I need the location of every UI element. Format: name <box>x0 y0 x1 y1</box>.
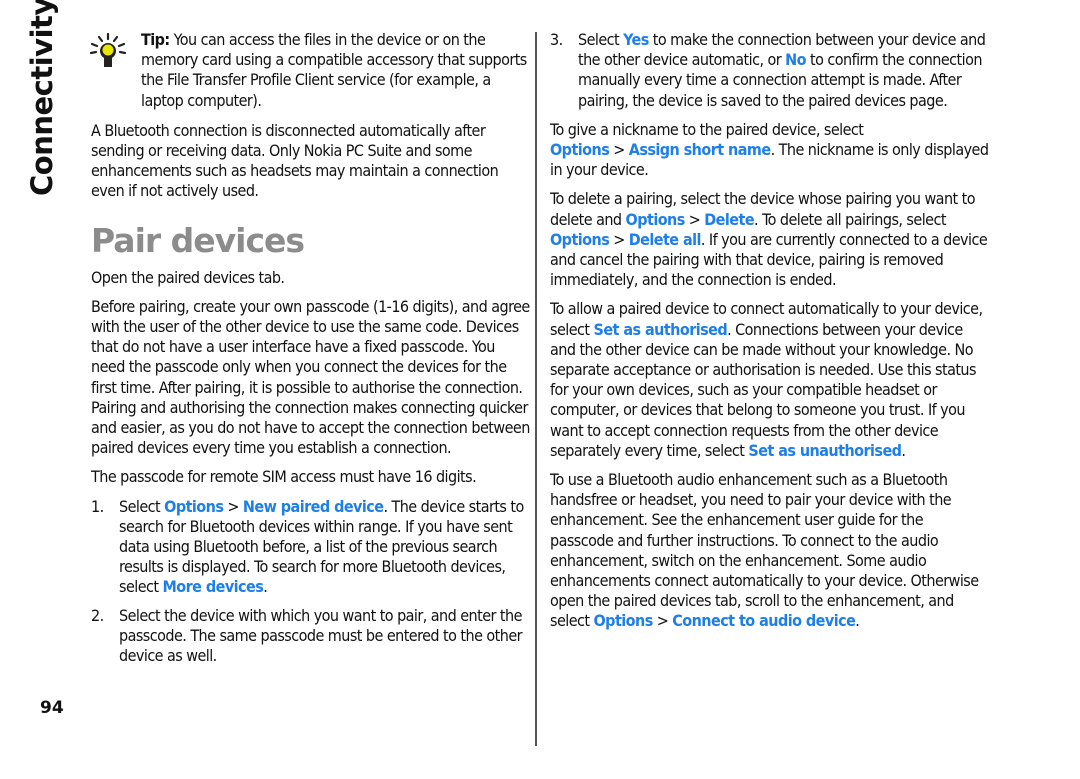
right-column: 3. Select Yes to make the connection bet… <box>550 30 990 641</box>
list-item-step-3: 3. Select Yes to make the connection bet… <box>550 30 990 111</box>
connect-to-audio-device-link[interactable]: Connect to audio device <box>672 611 856 630</box>
options-link[interactable]: Options <box>594 611 654 630</box>
step-number: 2. <box>91 605 104 625</box>
step-text: Select the device with which you want to… <box>119 605 523 666</box>
step-number: 3. <box>550 30 563 49</box>
menu-separator: > <box>688 209 701 229</box>
options-link[interactable]: Options <box>626 210 686 229</box>
options-link[interactable]: Options <box>550 140 610 159</box>
options-link[interactable]: Options <box>550 230 610 249</box>
step-number: 1. <box>91 496 104 516</box>
left-column: Tip: You can access the files in the dev… <box>89 30 531 675</box>
new-paired-device-link[interactable]: New paired device <box>243 497 384 516</box>
steps-list: 1. Select Options > New paired device. The… <box>91 497 531 667</box>
list-item-step-2: 2. Select the device with which you want… <box>91 606 531 667</box>
text: To use a Bluetooth audio enhancement suc… <box>550 470 979 631</box>
text: . <box>855 611 860 631</box>
text: To give a nickname to the paired device,… <box>550 119 864 139</box>
assign-short-name-link[interactable]: Assign short name <box>629 140 771 159</box>
yes-link[interactable]: Yes <box>623 30 649 49</box>
menu-separator: > <box>656 611 669 631</box>
delete-all-link[interactable]: Delete all <box>629 230 702 249</box>
heading-pair-devices: Pair devices <box>91 220 305 260</box>
section-title: Connectivity <box>25 0 59 196</box>
set-as-authorised-link[interactable]: Set as authorised <box>594 320 728 339</box>
paragraph-authorise: To allow a paired device to connect auto… <box>550 299 990 461</box>
text: . Connections between your device and th… <box>550 319 977 460</box>
menu-separator: > <box>613 140 625 160</box>
tip-box: Tip: You can access the files in the dev… <box>89 30 531 111</box>
paragraph-audio: To use a Bluetooth audio enhancement suc… <box>550 470 990 632</box>
tip-label: Tip: <box>141 30 170 49</box>
delete-link[interactable]: Delete <box>704 210 754 229</box>
paragraph-sim-passcode: The passcode for remote SIM access must … <box>91 467 477 487</box>
menu-separator: > <box>227 496 239 516</box>
options-link[interactable]: Options <box>164 497 224 516</box>
page-number: 94 <box>40 698 64 718</box>
lightbulb-icon <box>89 32 127 67</box>
steps-list-continued: 3. Select Yes to make the connection bet… <box>550 30 990 111</box>
paragraph-delete: To delete a pairing, select the device w… <box>550 189 990 290</box>
text: . <box>901 440 906 460</box>
step-text: Select <box>578 30 624 49</box>
paragraph-disconnect: A Bluetooth connection is disconnected a… <box>91 120 499 201</box>
paragraph-nickname: To give a nickname to the paired device,… <box>550 120 990 181</box>
set-as-unauthorised-link[interactable]: Set as unauthorised <box>748 441 902 460</box>
text: . To delete all pairings, select <box>754 209 946 229</box>
column-divider <box>535 32 537 746</box>
paragraph-open-tab: Open the paired devices tab. <box>91 267 285 287</box>
step-text: . <box>263 577 268 597</box>
tip-text: You can access the files in the device o… <box>141 30 527 110</box>
more-devices-link[interactable]: More devices <box>163 577 264 596</box>
list-item-step-1: 1. Select Options > New paired device. The… <box>91 497 531 598</box>
no-link[interactable]: No <box>785 50 806 69</box>
step-text: Select <box>119 496 165 516</box>
paragraph-before-pairing: Before pairing, create your own passcode… <box>91 296 530 458</box>
menu-separator: > <box>613 229 625 249</box>
